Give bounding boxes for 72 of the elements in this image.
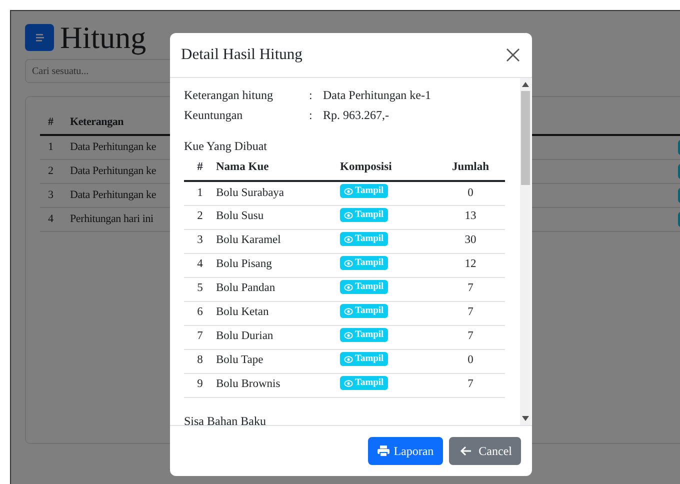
- eye-icon: [344, 186, 353, 196]
- scrollbar[interactable]: [520, 78, 531, 425]
- table-cell: 4: [184, 253, 216, 277]
- modal-title: Detail Hasil Hitung: [181, 46, 302, 64]
- show-button[interactable]: Tampil: [340, 184, 388, 198]
- table-cell: 2: [40, 159, 62, 183]
- table-cell: 7: [436, 301, 505, 325]
- column-header: #: [184, 155, 216, 181]
- eye-icon: [344, 282, 353, 292]
- column-header: Nama Kue: [216, 155, 340, 181]
- eye-icon: [344, 210, 353, 220]
- show-button[interactable]: Tampil: [340, 376, 388, 390]
- report-button[interactable]: Laporan: [368, 437, 443, 465]
- close-button[interactable]: [504, 46, 522, 64]
- column-header: Jumlah: [436, 155, 505, 181]
- menu-icon: [34, 32, 46, 44]
- table-cell: Bolu Pandan: [216, 277, 340, 301]
- table-cell: Bolu Susu: [216, 205, 340, 229]
- table-cell: 7: [184, 325, 216, 349]
- table-cell: Bolu Karamel: [216, 229, 340, 253]
- info-value: Data Perhitungan ke-1: [323, 87, 431, 104]
- table-cell: Bolu Tape: [216, 349, 340, 373]
- table-cell: 12: [436, 253, 505, 277]
- scrollbar-thumb[interactable]: [521, 91, 530, 185]
- menu-button[interactable]: [25, 24, 54, 51]
- eye-icon: [344, 258, 353, 268]
- table-cell: 2: [184, 205, 216, 229]
- table-cell: 3: [40, 183, 62, 207]
- printer-icon: [376, 445, 390, 457]
- column-header: #: [40, 111, 62, 135]
- table-cell: 7: [436, 277, 505, 301]
- show-button[interactable]: Tampil: [340, 256, 388, 270]
- separator: :: [309, 87, 314, 104]
- scroll-down-icon[interactable]: [522, 416, 529, 421]
- table-cell: Bolu Pisang: [216, 253, 340, 277]
- table-cell: 4: [40, 207, 62, 231]
- table-cell: 7: [436, 373, 505, 397]
- table-cell: Bolu Brownis: [216, 373, 340, 397]
- table-cell: 3: [184, 229, 216, 253]
- arrow-left-icon: [460, 446, 472, 456]
- table-cell: 7: [436, 325, 505, 349]
- table-cell: 1: [40, 135, 62, 159]
- table-cell: 6: [184, 301, 216, 325]
- table-cell: 5: [184, 277, 216, 301]
- section-heading: Kue Yang Dibuat: [184, 138, 268, 155]
- eye-icon: [344, 354, 353, 364]
- cancel-button[interactable]: Cancel: [448, 437, 521, 465]
- table-cell: 0: [436, 349, 505, 373]
- eye-icon: [344, 234, 353, 244]
- show-button[interactable]: Tampil: [340, 328, 388, 342]
- scroll-up-icon[interactable]: [522, 82, 529, 87]
- table-cell: Bolu Durian: [216, 325, 340, 349]
- show-button[interactable]: Tampil: [340, 280, 388, 294]
- eye-icon: [344, 330, 353, 340]
- table-cell: 0: [436, 181, 505, 205]
- section-heading: Sisa Bahan Baku: [184, 412, 267, 425]
- table-cell: Bolu Surabaya: [216, 181, 340, 205]
- eye-icon: [344, 378, 353, 388]
- info-label: Keterangan hitung: [184, 87, 274, 104]
- show-button[interactable]: Tampil: [340, 208, 388, 222]
- table-cell: Bolu Ketan: [216, 301, 340, 325]
- table-cell: 1: [184, 181, 216, 205]
- show-button[interactable]: Tampil: [340, 352, 388, 366]
- table-cell: 30: [436, 229, 505, 253]
- table-cell: 13: [436, 205, 505, 229]
- table-cell: 9: [184, 373, 216, 397]
- eye-icon: [344, 306, 353, 316]
- show-button[interactable]: Tampil: [340, 304, 388, 318]
- column-header: Komposisi: [340, 155, 436, 181]
- page-title: Hitung: [60, 22, 146, 53]
- show-button[interactable]: Tampil: [340, 232, 388, 246]
- table-cell: 8: [184, 349, 216, 373]
